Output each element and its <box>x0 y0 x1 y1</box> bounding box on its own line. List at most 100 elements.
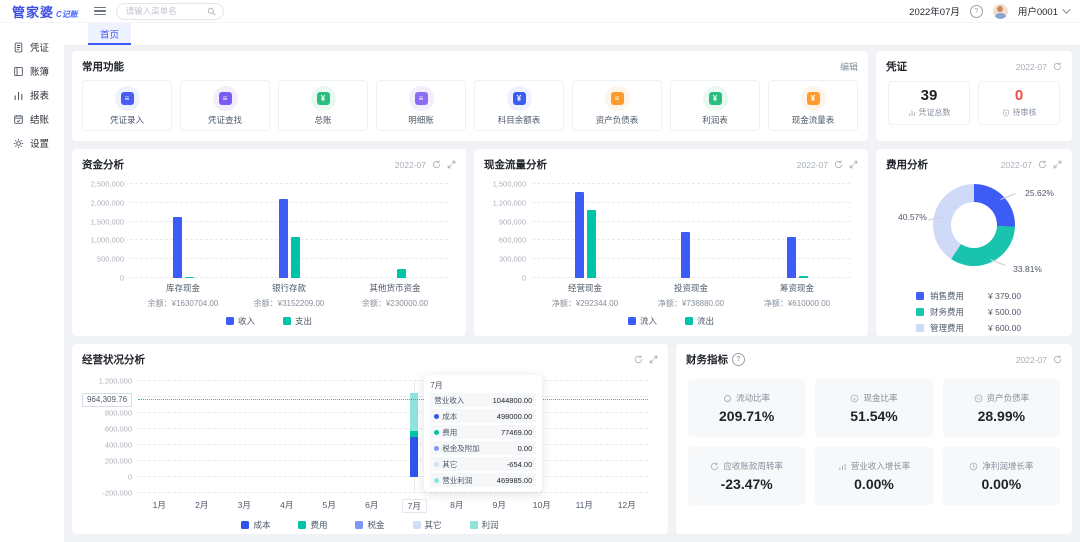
legend-item-支出[interactable]: 支出 <box>283 315 312 327</box>
indicator-card-资产负债率[interactable]: %资产负债率28.99% <box>943 379 1060 437</box>
expand-icon[interactable] <box>447 160 456 169</box>
expense-title: 费用分析 <box>886 157 928 172</box>
mini-count-icon <box>908 109 916 117</box>
cashflow-chart[interactable]: 0300,000600,000900,0001,200,0001,500,000… <box>484 184 858 327</box>
app-logo: 管家婆 C记账 <box>12 2 78 21</box>
logo-text: 管家婆 <box>12 2 54 21</box>
function-card-明细账[interactable]: ≡明细账 <box>376 80 466 131</box>
legend-item-税金[interactable]: 税金 <box>355 519 384 531</box>
legend-swatch <box>355 521 363 529</box>
sidebar-item-结账[interactable]: 结账 <box>0 107 64 131</box>
category-label: 银行存款 <box>236 282 342 294</box>
legend-swatch <box>916 308 924 316</box>
expand-icon[interactable] <box>1053 160 1062 169</box>
month-column-1月 <box>138 381 181 493</box>
legend-item-费用[interactable]: 费用 <box>298 519 327 531</box>
indicator-card-流动比率[interactable]: 流动比率209.71% <box>688 379 805 437</box>
y-axis-tick: 900,000 <box>484 217 526 226</box>
donut[interactable] <box>933 184 1015 266</box>
amount-label: 余额：¥230000.00 <box>342 298 448 309</box>
top-right-group: 2022年07月 ? 用户0001 <box>909 4 1068 19</box>
expand-icon[interactable] <box>649 355 658 364</box>
category-label: 经营现金 <box>532 282 638 294</box>
refresh-icon[interactable] <box>634 355 643 364</box>
y-axis-tick: 400,000 <box>82 441 132 450</box>
function-card-label: 总账 <box>314 114 331 126</box>
indicator-label: 营业收入增长率 <box>838 460 911 472</box>
legend-item-利润[interactable]: 利润 <box>470 519 499 531</box>
donut-percent-label: 40.57% <box>898 212 927 222</box>
stat-value: 39 <box>889 87 969 104</box>
help-icon[interactable]: ? <box>970 5 983 18</box>
sidebar-item-凭证[interactable]: 凭证 <box>0 35 64 59</box>
sidebar-item-label: 凭证 <box>30 40 49 54</box>
menu-toggle-icon[interactable] <box>94 7 106 16</box>
y-axis-tick: 2,000,000 <box>82 198 124 207</box>
indicator-label: ¥现金比率 <box>850 392 897 404</box>
legend-item-流入[interactable]: 流入 <box>628 315 657 327</box>
function-card-科目余额表[interactable]: ¥科目余额表 <box>474 80 564 131</box>
legend-item-流出[interactable]: 流出 <box>685 315 714 327</box>
legend-amount: ¥ 600.00 <box>988 323 1021 333</box>
user-menu[interactable]: 用户0001 <box>1018 4 1068 18</box>
chart-plot-area[interactable]: -200,0000200,000400,000600,000800,0001,2… <box>138 381 648 493</box>
sidebar-item-报表[interactable]: 报表 <box>0 83 64 107</box>
menu-search-input[interactable] <box>124 5 202 17</box>
fund-chart[interactable]: 0500,0001,000,0001,500,0002,000,0002,500… <box>82 184 456 327</box>
edit-button[interactable]: 编辑 <box>840 60 858 73</box>
user-name: 用户0001 <box>1018 4 1058 18</box>
refresh-icon[interactable] <box>1053 62 1062 71</box>
indicator-value: 0.00% <box>981 476 1021 492</box>
indicator-label: 净利润增长率 <box>969 460 1033 472</box>
reference-line-label: 964,309.76 <box>82 393 132 407</box>
legend-item-销售费用[interactable]: 销售费用¥ 379.00 <box>916 288 1062 304</box>
legend-item-收入[interactable]: 收入 <box>226 315 255 327</box>
function-card-总账[interactable]: ¥总账 <box>278 80 368 131</box>
expense-donut-chart[interactable]: 25.62%33.81%40.57%销售费用¥ 379.00财务费用¥ 500.… <box>886 172 1062 336</box>
refresh-icon[interactable] <box>834 160 843 169</box>
bar-支出 <box>291 237 300 278</box>
chart-plot-area[interactable]: 0500,0001,000,0001,500,0002,000,0002,500… <box>130 184 448 278</box>
refresh-icon[interactable] <box>1038 160 1047 169</box>
voucher-stat-凭证总数[interactable]: 39凭证总数 <box>888 81 970 125</box>
indicator-card-应收账款周转率[interactable]: 应收账款周转率-23.47% <box>688 447 805 505</box>
reference-line <box>138 399 648 400</box>
indicators-title: 财务指标 <box>686 352 728 367</box>
legend-item-成本[interactable]: 成本 <box>241 519 270 531</box>
function-card-现金流量表[interactable]: ¥现金流量表 <box>768 80 858 131</box>
question-icon[interactable]: ? <box>732 353 745 366</box>
indicator-card-现金比率[interactable]: ¥现金比率51.54% <box>815 379 932 437</box>
panel-expense-analysis: 费用分析 2022-07 25.62%33.81%40.57%销售费用¥ 379… <box>876 149 1072 336</box>
panel-financial-indicators: 财务指标 ? 2022-07 流动比率209.71%¥现金比率51.54%%资产… <box>676 344 1072 534</box>
x-axis-label-8月: 8月 <box>436 499 479 513</box>
indicator-card-营业收入增长率[interactable]: 营业收入增长率0.00% <box>815 447 932 505</box>
legend-item-财务费用[interactable]: 财务费用¥ 500.00 <box>916 304 1062 320</box>
y-axis-tick: 1,500,000 <box>484 180 526 189</box>
voucher-stat-待审核[interactable]: 0待审核 <box>978 81 1060 125</box>
chart-plot-area[interactable]: 0300,000600,000900,0001,200,0001,500,000 <box>532 184 850 278</box>
ring-icon <box>723 394 732 403</box>
user-avatar[interactable] <box>993 4 1008 19</box>
sidebar-item-账簿[interactable]: 账簿 <box>0 59 64 83</box>
y-axis-tick: 0 <box>82 274 124 283</box>
fund-title: 资金分析 <box>82 157 124 172</box>
function-card-资产负债表[interactable]: ≡资产负债表 <box>572 80 662 131</box>
tooltip-row-税金及附加: 税金及附加0.00 <box>430 441 536 455</box>
operating-chart[interactable]: -200,0000200,000400,000600,000800,0001,2… <box>82 381 658 531</box>
legend-item-其它[interactable]: 其它 <box>413 519 442 531</box>
sidebar-item-设置[interactable]: 设置 <box>0 131 64 155</box>
expand-icon[interactable] <box>849 160 858 169</box>
indicator-card-净利润增长率[interactable]: 净利润增长率 0.00% <box>943 447 1060 505</box>
search-icon[interactable] <box>207 7 216 16</box>
refresh-icon[interactable] <box>432 160 441 169</box>
tab-home[interactable]: 首页 <box>88 23 131 45</box>
tab-home-label: 首页 <box>100 27 119 41</box>
menu-search[interactable] <box>116 3 224 20</box>
x-axis-label-1月: 1月 <box>138 499 181 513</box>
refresh-icon[interactable] <box>1053 355 1062 364</box>
function-card-利润表[interactable]: ¥利润表 <box>670 80 760 131</box>
function-card-凭证录入[interactable]: ≡凭证录入 <box>82 80 172 131</box>
function-card-凭证查找[interactable]: ≡凭证查找 <box>180 80 270 131</box>
x-axis-label-2月: 2月 <box>181 499 224 513</box>
legend-item-管理费用[interactable]: 管理费用¥ 600.00 <box>916 320 1062 336</box>
